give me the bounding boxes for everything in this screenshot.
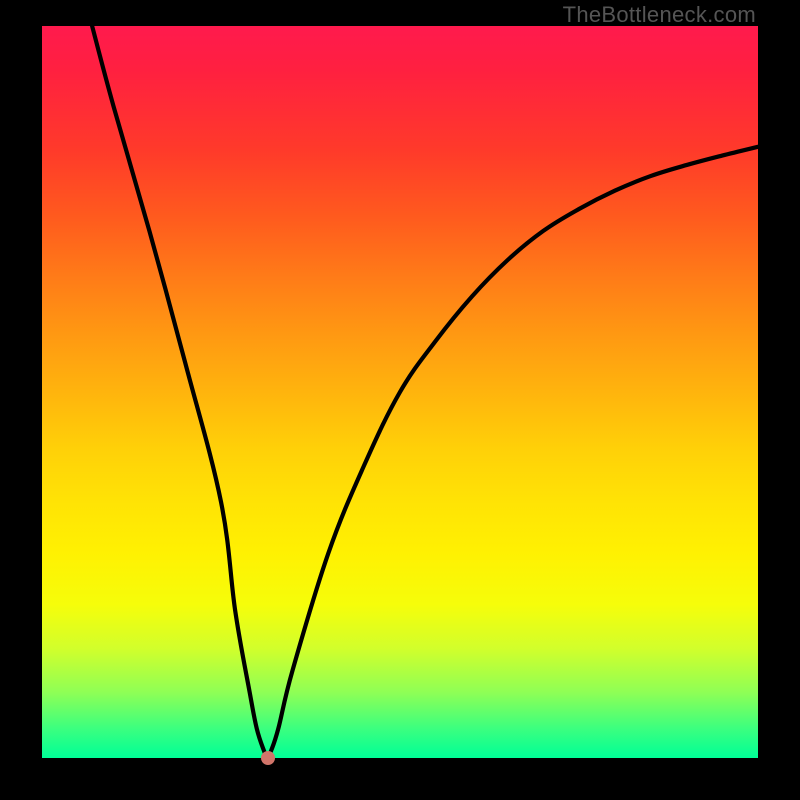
plot-area <box>42 26 758 758</box>
bottleneck-curve <box>42 26 758 758</box>
optimum-marker <box>261 751 275 765</box>
chart-frame: TheBottleneck.com <box>0 0 800 800</box>
watermark-label: TheBottleneck.com <box>563 2 756 28</box>
